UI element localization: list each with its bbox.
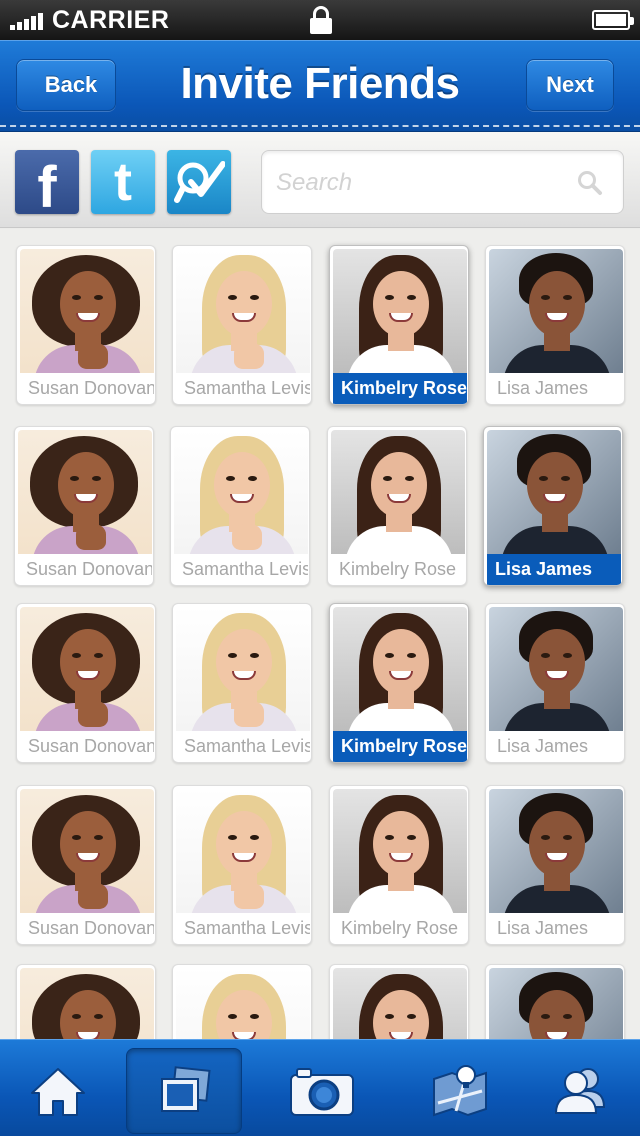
back-button[interactable]: Back xyxy=(16,59,116,111)
friend-name: Samantha Levis xyxy=(184,918,310,938)
friend-photo xyxy=(331,430,465,554)
battery-icon xyxy=(592,10,634,30)
friend-name: Susan Donovan xyxy=(28,918,154,938)
friend-name: Kimbelry Rose xyxy=(333,731,467,762)
friend-card[interactable] xyxy=(172,964,312,1039)
friend-photo xyxy=(18,430,152,554)
status-bar: CARRIER xyxy=(0,0,640,40)
friend-card[interactable]: Kimbelry Rose xyxy=(329,245,469,405)
share-search-bar: f t xyxy=(0,132,640,228)
tab-contacts[interactable] xyxy=(522,1048,638,1134)
next-button-label: Next xyxy=(546,72,594,97)
foursquare-check-icon xyxy=(174,161,225,203)
friend-photo xyxy=(176,968,310,1039)
carrier-name: CARRIER xyxy=(52,6,170,34)
facebook-icon: f xyxy=(37,154,57,220)
next-button[interactable]: Next xyxy=(526,59,614,111)
friend-card[interactable] xyxy=(329,964,469,1039)
tab-camera[interactable] xyxy=(264,1048,380,1134)
friend-card[interactable]: Susan Donovan xyxy=(16,245,156,405)
friend-card[interactable]: Susan Donovan xyxy=(16,785,156,945)
friend-photo xyxy=(20,249,154,373)
friend-name: Kimbelry Rose xyxy=(341,918,459,938)
friend-name: Samantha Levis xyxy=(182,559,308,579)
friend-name: Lisa James xyxy=(497,378,589,398)
friend-card[interactable]: Samantha Levis xyxy=(172,785,312,945)
friend-photo xyxy=(333,249,467,373)
home-icon xyxy=(31,1068,85,1116)
tab-home[interactable] xyxy=(0,1048,116,1134)
friend-name: Susan Donovan xyxy=(26,559,152,579)
back-button-label: Back xyxy=(44,72,98,97)
friend-photo xyxy=(176,607,310,731)
friend-photo xyxy=(333,607,467,731)
friend-name: Samantha Levis xyxy=(184,378,310,398)
friend-card[interactable]: Lisa James xyxy=(485,245,625,405)
friend-card[interactable]: Samantha Levis xyxy=(172,245,312,405)
friend-photo xyxy=(489,249,623,373)
friend-photo xyxy=(174,430,308,554)
twitter-icon: t xyxy=(114,152,132,212)
friend-name: Kimbelry Rose xyxy=(339,559,457,579)
friend-photo xyxy=(176,249,310,373)
friend-photo xyxy=(333,968,467,1039)
contacts-icon xyxy=(554,1068,606,1114)
friend-name: Lisa James xyxy=(487,554,621,585)
friend-card[interactable]: Samantha Levis xyxy=(170,426,310,586)
friend-photo xyxy=(20,789,154,913)
friend-card[interactable]: Lisa James xyxy=(485,603,625,763)
friend-name: Kimbelry Rose xyxy=(333,373,467,404)
camera-icon xyxy=(290,1068,354,1116)
friend-photo xyxy=(176,789,310,913)
friend-name: Lisa James xyxy=(497,736,589,756)
friend-card[interactable]: Kimbelry Rose xyxy=(327,426,467,586)
friend-name: Lisa James xyxy=(497,918,589,938)
friend-card[interactable]: Kimbelry Rose xyxy=(329,785,469,945)
friend-card[interactable]: Kimbelry Rose xyxy=(329,603,469,763)
search-box[interactable] xyxy=(261,150,624,214)
friend-card[interactable]: Susan Donovan xyxy=(14,426,154,586)
tab-map[interactable] xyxy=(402,1048,518,1134)
friend-card[interactable]: Susan Donovan xyxy=(16,603,156,763)
lock-icon xyxy=(310,6,332,34)
friend-name: Susan Donovan xyxy=(28,736,154,756)
friend-photo xyxy=(20,607,154,731)
foursquare-button[interactable] xyxy=(167,150,231,214)
photo-gallery-icon xyxy=(161,1066,211,1112)
twitter-button[interactable]: t xyxy=(91,150,155,214)
friend-card[interactable] xyxy=(16,964,156,1039)
friend-name: Susan Donovan xyxy=(28,378,154,398)
friend-photo xyxy=(333,789,467,913)
friend-card[interactable]: Lisa James xyxy=(483,426,623,586)
friends-grid: Susan Donovan Samantha Levis Kimbelry Rose… xyxy=(0,229,640,1039)
map-lightbulb-icon xyxy=(433,1065,487,1117)
friend-photo xyxy=(20,968,154,1039)
friend-photo xyxy=(487,430,621,554)
tab-bar xyxy=(0,1039,640,1136)
friend-photo xyxy=(489,968,623,1039)
tab-gallery[interactable] xyxy=(126,1048,242,1134)
stitch-divider xyxy=(0,125,640,127)
signal-strength-icon xyxy=(10,12,46,30)
navigation-bar: Back Invite Friends Next xyxy=(0,40,640,133)
search-icon[interactable] xyxy=(577,170,603,196)
search-input[interactable] xyxy=(276,163,556,203)
friend-card[interactable]: Lisa James xyxy=(485,785,625,945)
page-title: Invite Friends xyxy=(180,59,460,108)
facebook-button[interactable]: f xyxy=(15,150,79,220)
friend-photo xyxy=(489,789,623,913)
friend-photo xyxy=(489,607,623,731)
friend-name: Samantha Levis xyxy=(184,736,310,756)
friend-card[interactable]: Samantha Levis xyxy=(172,603,312,763)
friend-card[interactable] xyxy=(485,964,625,1039)
